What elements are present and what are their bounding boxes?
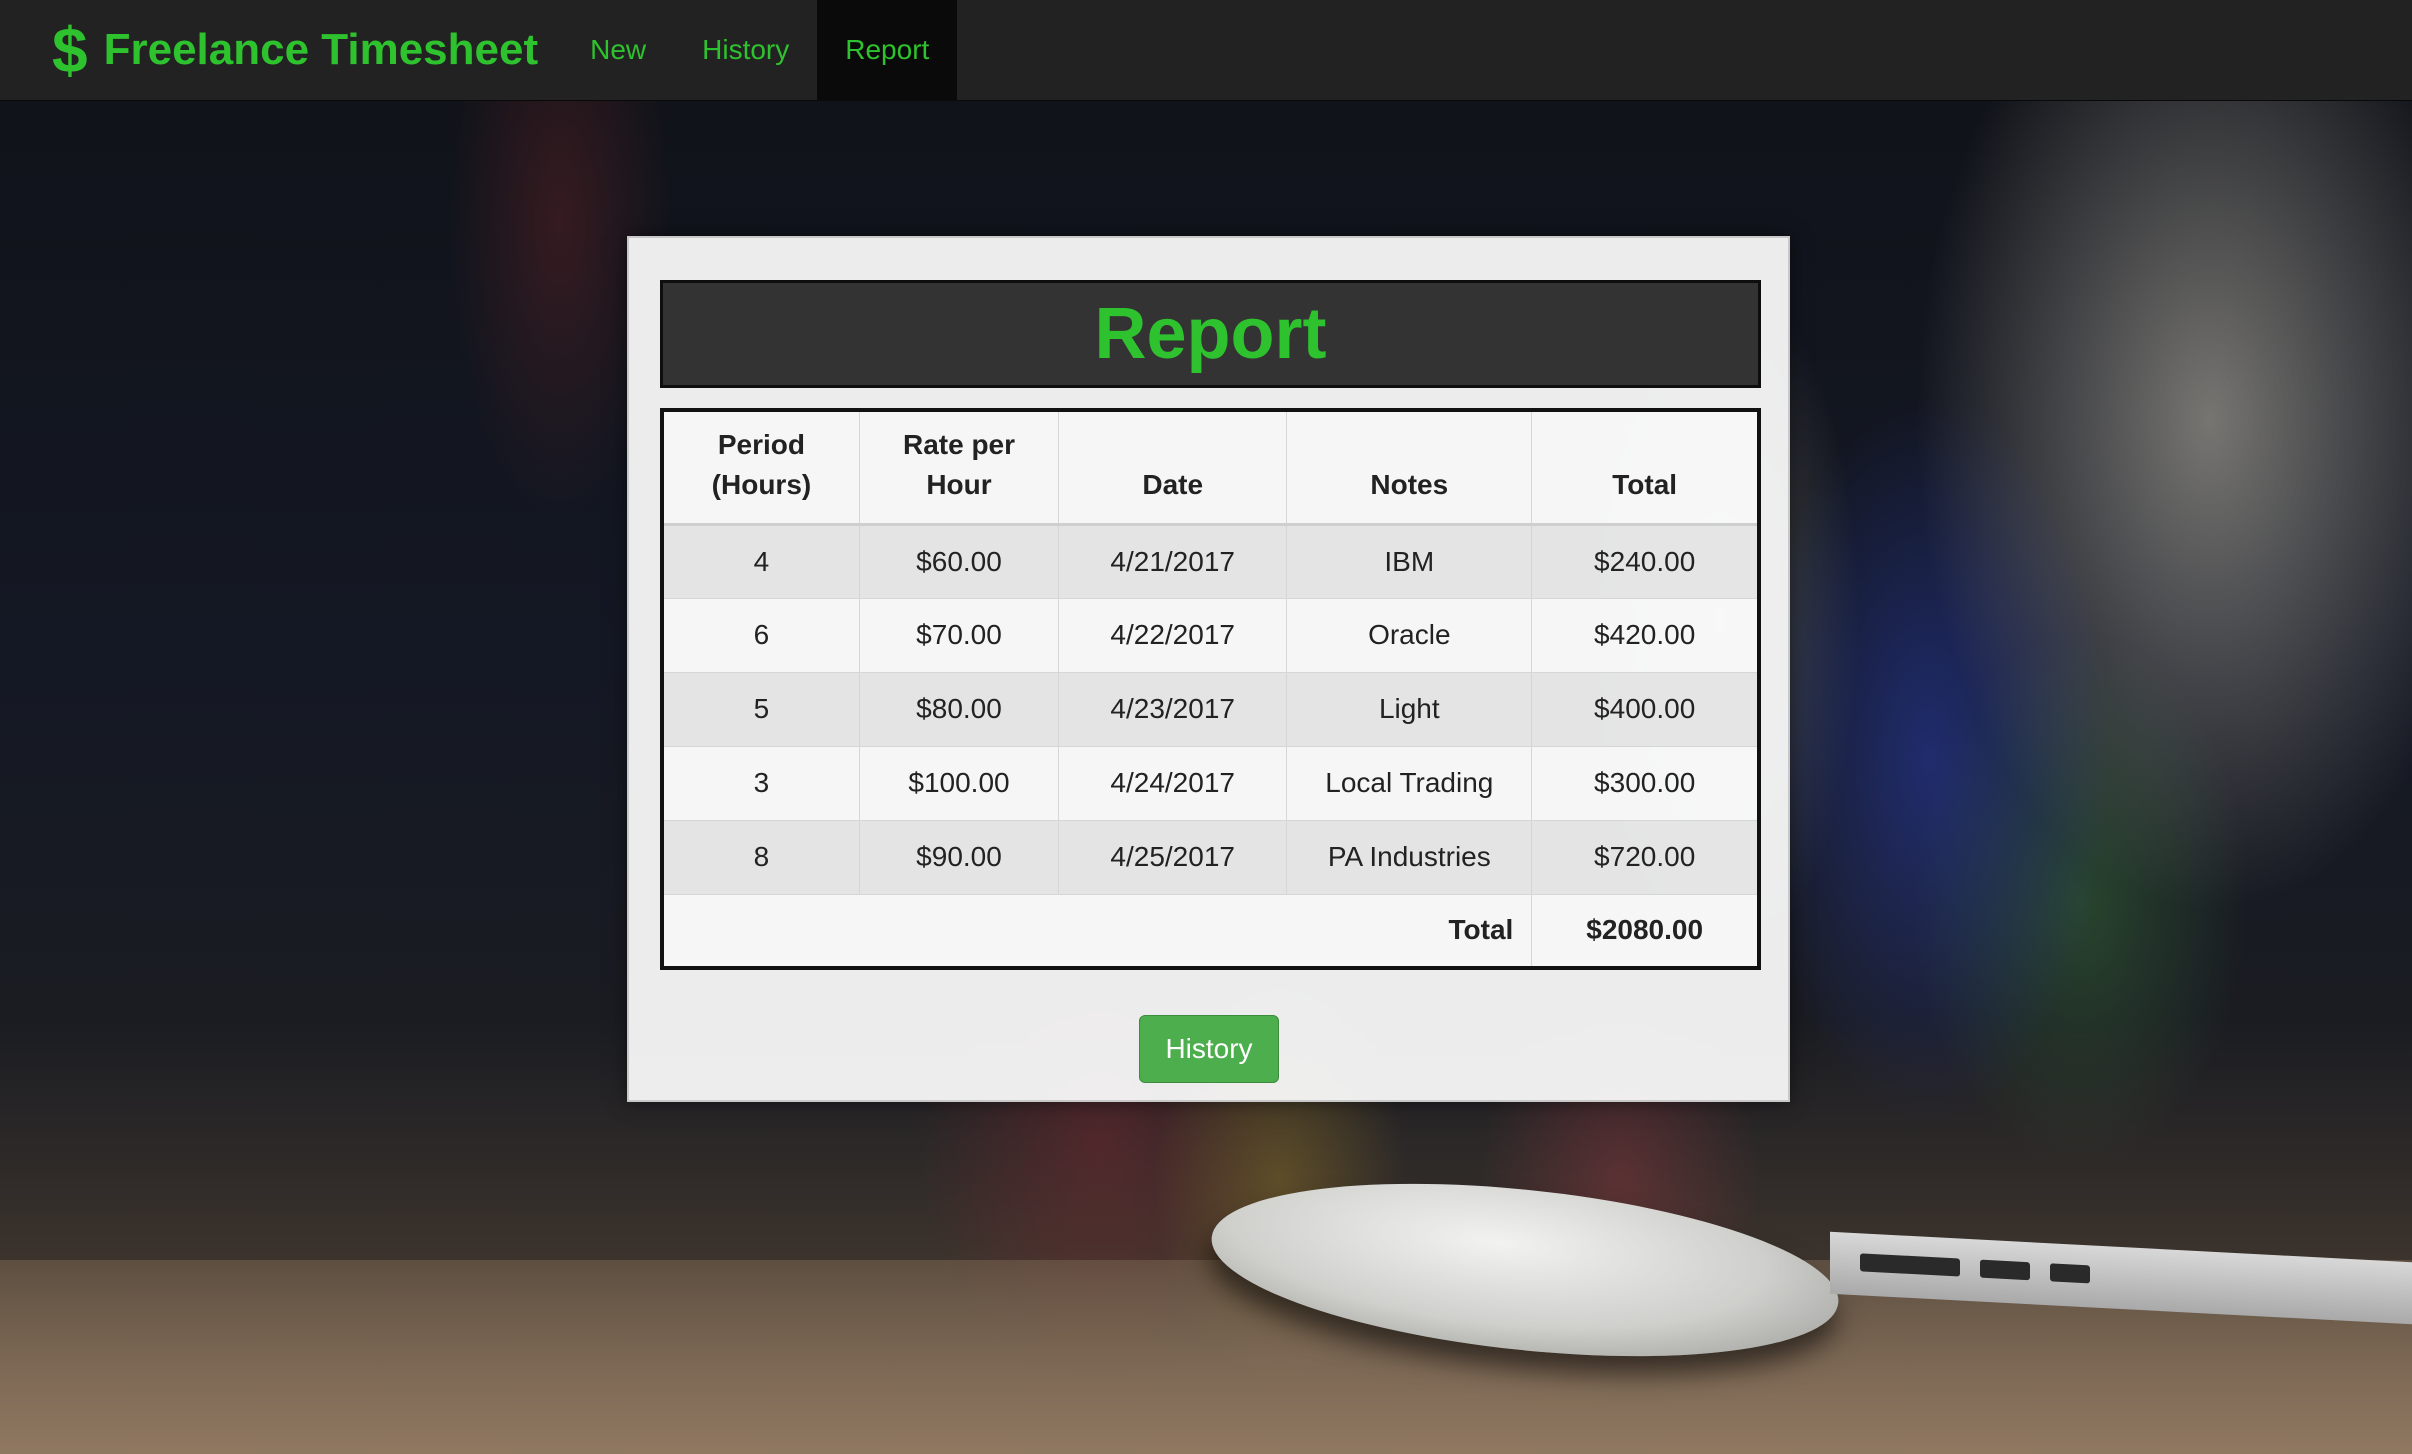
cell-notes: Local Trading: [1286, 745, 1533, 821]
table-row: 5 $80.00 4/23/2017 Light $400.00: [661, 671, 1760, 747]
cell-rate: $60.00: [858, 523, 1060, 599]
laptop-port: [2050, 1263, 2090, 1284]
cell-notes: Light: [1286, 671, 1533, 747]
dollar-icon: $: [52, 14, 88, 86]
cell-notes: Oracle: [1286, 597, 1533, 673]
report-table: Period (Hours) Rate per Hour Date Notes …: [660, 408, 1761, 970]
cell-date: 4/25/2017: [1058, 819, 1288, 895]
brand-link[interactable]: $ Freelance Timesheet: [0, 0, 562, 101]
cell-rate: $80.00: [858, 671, 1060, 747]
table-row: 6 $70.00 4/22/2017 Oracle $420.00: [661, 597, 1760, 673]
total-row: Total $2080.00: [661, 893, 1760, 969]
cell-hours: 8: [661, 819, 860, 895]
column-header-date: Date: [1058, 409, 1288, 526]
cell-rate: $70.00: [858, 597, 1060, 673]
cell-date: 4/24/2017: [1058, 745, 1288, 821]
cell-total: $420.00: [1531, 597, 1760, 673]
cell-hours: 4: [661, 523, 860, 599]
top-navbar: $ Freelance Timesheet New History Report: [0, 0, 2412, 101]
cell-total: $240.00: [1531, 523, 1760, 599]
column-header-notes: Notes: [1286, 409, 1533, 526]
history-button[interactable]: History: [1139, 1015, 1279, 1083]
laptop-port: [1860, 1253, 1960, 1277]
total-value: $2080.00: [1531, 893, 1760, 969]
cell-hours: 6: [661, 597, 860, 673]
cell-hours: 5: [661, 671, 860, 747]
column-header-total: Total: [1531, 409, 1760, 526]
cell-date: 4/23/2017: [1058, 671, 1288, 747]
cell-total: $300.00: [1531, 745, 1760, 821]
table-row: 8 $90.00 4/25/2017 PA Industries $720.00: [661, 819, 1760, 895]
table-row: 3 $100.00 4/24/2017 Local Trading $300.0…: [661, 745, 1760, 821]
report-header: Report: [660, 280, 1761, 388]
cell-rate: $100.00: [858, 745, 1060, 821]
nav-history[interactable]: History: [674, 0, 817, 101]
column-header-period: Period (Hours): [661, 409, 860, 526]
table-header-row: Period (Hours) Rate per Hour Date Notes …: [661, 409, 1760, 526]
laptop-port: [1980, 1259, 2030, 1281]
report-title: Report: [1094, 294, 1327, 374]
nav-new[interactable]: New: [562, 0, 674, 101]
report-panel: Report Period (Hours) Rate per Hour Date: [627, 236, 1790, 1102]
cell-total: $720.00: [1531, 819, 1760, 895]
cell-date: 4/22/2017: [1058, 597, 1288, 673]
brand-title: Freelance Timesheet: [103, 25, 539, 74]
table-row: 4 $60.00 4/21/2017 IBM $240.00: [661, 523, 1760, 599]
cell-date: 4/21/2017: [1058, 523, 1288, 599]
total-label: Total: [661, 893, 1533, 969]
cell-total: $400.00: [1531, 671, 1760, 747]
column-header-rate: Rate per Hour: [858, 409, 1060, 526]
cell-rate: $90.00: [858, 819, 1060, 895]
nav-report[interactable]: Report: [817, 0, 958, 101]
cell-notes: PA Industries: [1286, 819, 1533, 895]
cell-hours: 3: [661, 745, 860, 821]
cell-notes: IBM: [1286, 523, 1533, 599]
